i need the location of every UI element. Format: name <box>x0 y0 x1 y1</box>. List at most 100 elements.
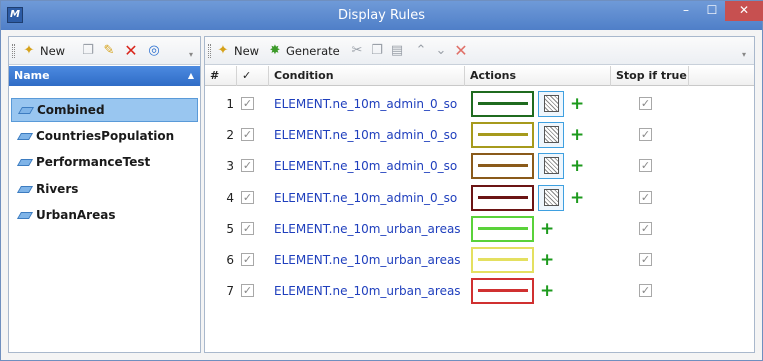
column-header-stop-if-true[interactable]: Stop if true <box>611 66 689 86</box>
sort-ascending-icon: ▲ <box>187 71 194 80</box>
rule-set-label: Rivers <box>36 182 79 196</box>
new-rule-set-button[interactable]: ✦ New <box>21 41 66 61</box>
add-action-icon[interactable]: + <box>570 94 584 114</box>
rule-actions: + <box>471 213 611 244</box>
rule-set-item-rivers[interactable]: Rivers <box>11 177 198 201</box>
close-button[interactable]: ✕ <box>725 1 763 21</box>
rule-actions: + <box>471 182 611 213</box>
column-header-condition[interactable]: Condition <box>269 66 465 86</box>
toolbar-grip[interactable] <box>208 44 211 58</box>
new-rule-set-label: New <box>40 44 66 58</box>
stop-if-true-checkbox[interactable]: ✓ <box>639 222 652 235</box>
generate-icon: ✸ <box>269 43 281 58</box>
copy-rule-set-button[interactable]: ❐ <box>80 41 96 61</box>
rule-row[interactable]: 7 ✓ ELEMENT.ne_10m_urban_areas + ✓ <box>205 275 754 306</box>
rule-number: 5 <box>226 221 234 236</box>
line-style-action[interactable] <box>471 121 534 148</box>
rule-enabled-checkbox[interactable]: ✓ <box>241 191 254 204</box>
rule-enabled-checkbox[interactable]: ✓ <box>241 222 254 235</box>
fill-action-icon[interactable] <box>538 121 564 148</box>
stop-if-true-checkbox[interactable]: ✓ <box>639 128 652 141</box>
toolbar-overflow-icon[interactable]: ▾ <box>189 50 193 59</box>
add-action-icon[interactable]: + <box>540 250 554 270</box>
stop-if-true-checkbox[interactable]: ✓ <box>639 253 652 266</box>
line-style-action[interactable] <box>471 277 534 304</box>
rule-row[interactable]: 3 ✓ ELEMENT.ne_10m_admin_0_so + ✓ <box>205 150 754 181</box>
delete-icon: ✕ <box>124 41 138 60</box>
rule-condition[interactable]: ELEMENT.ne_10m_admin_0_so <box>274 182 464 213</box>
delete-icon: ✕ <box>454 41 468 60</box>
rule-row[interactable]: 2 ✓ ELEMENT.ne_10m_admin_0_so + ✓ <box>205 119 754 150</box>
column-header-actions[interactable]: Actions <box>465 66 611 86</box>
column-header-number[interactable]: # <box>205 66 237 86</box>
line-color-preview <box>477 133 528 136</box>
add-action-icon[interactable]: + <box>570 156 584 176</box>
rule-actions: + <box>471 244 611 275</box>
move-down-button[interactable]: ⌄ <box>433 41 449 61</box>
delete-rule-set-button[interactable]: ✕ <box>123 41 139 61</box>
name-column-header[interactable]: Name ▲ <box>9 66 200 86</box>
stop-if-true-checkbox[interactable]: ✓ <box>639 191 652 204</box>
line-style-action[interactable] <box>471 184 534 211</box>
toolbar-grip[interactable] <box>12 44 15 58</box>
line-color-preview <box>477 258 528 261</box>
rule-condition[interactable]: ELEMENT.ne_10m_urban_areas <box>274 213 464 244</box>
line-style-action[interactable] <box>471 90 534 117</box>
rule-enabled-checkbox[interactable]: ✓ <box>241 97 254 110</box>
add-action-icon[interactable]: + <box>540 219 554 239</box>
fill-action-icon[interactable] <box>538 184 564 211</box>
generate-rules-button[interactable]: ✸ Generate <box>267 41 340 61</box>
copy-rule-button[interactable]: ❐ <box>369 41 385 61</box>
rule-set-label: Combined <box>37 103 105 117</box>
rule-actions: + <box>471 150 611 181</box>
add-action-icon[interactable]: + <box>570 188 584 208</box>
column-header-enabled[interactable]: ✓ <box>237 66 269 86</box>
rule-set-item-combined[interactable]: Combined <box>11 98 198 122</box>
rule-enabled-checkbox[interactable]: ✓ <box>241 159 254 172</box>
rule-enabled-checkbox[interactable]: ✓ <box>241 128 254 141</box>
rule-condition[interactable]: ELEMENT.ne_10m_urban_areas <box>274 275 464 306</box>
line-color-preview <box>477 164 528 167</box>
name-header-label: Name <box>14 69 50 82</box>
delete-rule-button[interactable]: ✕ <box>453 41 469 61</box>
paste-rule-button[interactable]: ▤ <box>389 41 405 61</box>
cut-rule-button[interactable]: ✂ <box>349 41 365 61</box>
attach-icon: ◎ <box>148 43 160 58</box>
add-action-icon[interactable]: + <box>570 125 584 145</box>
rule-enabled-checkbox[interactable]: ✓ <box>241 284 254 297</box>
rule-row[interactable]: 1 ✓ ELEMENT.ne_10m_admin_0_so + ✓ <box>205 88 754 119</box>
rule-condition[interactable]: ELEMENT.ne_10m_urban_areas <box>274 244 464 275</box>
rules-pane: ✦ New ✸ Generate ✂ ❐ ▤ ⌃ ⌄ ✕ ▾ # ✓ Condi… <box>204 36 755 353</box>
new-rule-button[interactable]: ✦ New <box>215 41 260 61</box>
rule-row[interactable]: 4 ✓ ELEMENT.ne_10m_admin_0_so + ✓ <box>205 182 754 213</box>
fill-action-icon[interactable] <box>538 90 564 117</box>
rule-row[interactable]: 5 ✓ ELEMENT.ne_10m_urban_areas + ✓ <box>205 213 754 244</box>
rule-condition[interactable]: ELEMENT.ne_10m_admin_0_so <box>274 150 464 181</box>
toolbar-overflow-icon[interactable]: ▾ <box>742 50 746 59</box>
rename-rule-set-button[interactable]: ✎ <box>101 41 117 61</box>
rule-set-item-countriespopulation[interactable]: CountriesPopulation <box>11 124 198 148</box>
rule-actions: + <box>471 119 611 150</box>
display-rules-window: M Display Rules – ☐ ✕ ✦ New ❐ ✎ ✕ ◎ ▾ Na… <box>0 0 763 361</box>
rule-set-item-urbanareas[interactable]: UrbanAreas <box>11 203 198 227</box>
line-style-action[interactable] <box>471 215 534 242</box>
rule-condition[interactable]: ELEMENT.ne_10m_admin_0_so <box>274 88 464 119</box>
line-style-action[interactable] <box>471 152 534 179</box>
add-action-icon[interactable]: + <box>540 281 554 301</box>
rule-condition[interactable]: ELEMENT.ne_10m_admin_0_so <box>274 119 464 150</box>
stop-if-true-checkbox[interactable]: ✓ <box>639 97 652 110</box>
move-up-button[interactable]: ⌃ <box>413 41 429 61</box>
line-color-preview <box>477 227 528 230</box>
stop-if-true-checkbox[interactable]: ✓ <box>639 284 652 297</box>
rule-row[interactable]: 6 ✓ ELEMENT.ne_10m_urban_areas + ✓ <box>205 244 754 275</box>
rule-number: 4 <box>226 190 234 205</box>
maximize-button[interactable]: ☐ <box>699 1 725 21</box>
fill-action-icon[interactable] <box>538 152 564 179</box>
title-bar[interactable]: M Display Rules – ☐ ✕ <box>1 1 763 30</box>
rule-set-item-performancetest[interactable]: PerformanceTest <box>11 150 198 174</box>
minimize-button[interactable]: – <box>673 1 699 21</box>
rule-enabled-checkbox[interactable]: ✓ <box>241 253 254 266</box>
attach-rule-set-button[interactable]: ◎ <box>146 41 162 61</box>
line-style-action[interactable] <box>471 246 534 273</box>
stop-if-true-checkbox[interactable]: ✓ <box>639 159 652 172</box>
